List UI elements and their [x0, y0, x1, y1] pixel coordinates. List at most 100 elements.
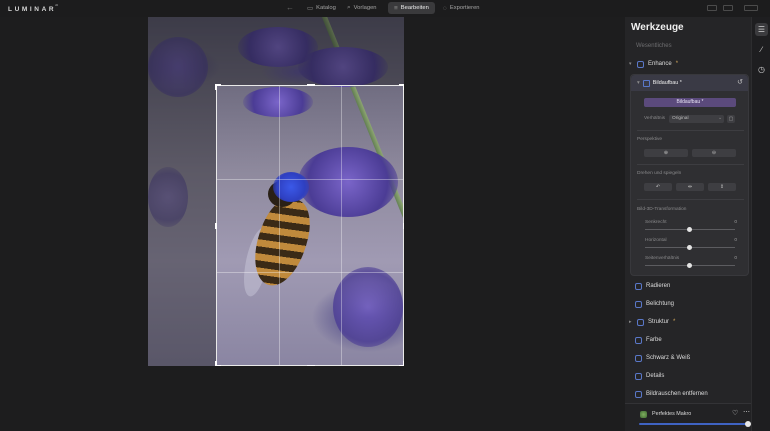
- tab-vorlagen-label: Vorlagen: [353, 5, 377, 11]
- perspective-label: Perspektive: [637, 137, 663, 142]
- slider-knob[interactable]: [687, 227, 692, 232]
- sliders-icon: ≡: [394, 4, 398, 12]
- chevron-down-icon: ▾: [637, 80, 640, 86]
- tab-katalog-label: Katalog: [316, 5, 336, 11]
- slider-knob[interactable]: [687, 245, 692, 250]
- details-icon: [635, 372, 642, 380]
- crop-tool-title: Bildaufbau *: [652, 80, 682, 86]
- crop-handle[interactable]: [307, 84, 315, 86]
- rotate-button[interactable]: ↶: [644, 183, 672, 191]
- crop-handle[interactable]: [403, 223, 404, 229]
- aspect-slider[interactable]: [645, 263, 735, 268]
- search-icon: ⌕: [347, 4, 351, 11]
- modified-marker: *: [673, 319, 676, 325]
- color-icon: [635, 336, 642, 344]
- brush-icon[interactable]: ∕: [755, 43, 768, 56]
- tool-label: Struktur: [648, 319, 670, 325]
- image-canvas[interactable]: [0, 17, 625, 431]
- structure-icon: [637, 318, 644, 326]
- tool-schwarz-weiss[interactable]: Schwarz & Weiß: [635, 352, 753, 364]
- preset-name: Perfektes Makro: [652, 411, 692, 417]
- horizontal-slider[interactable]: [645, 245, 735, 250]
- tab-exportieren[interactable]: ◌ Exportieren: [437, 2, 486, 14]
- crop-mask: [148, 85, 216, 366]
- export-icon: ◌: [443, 4, 447, 12]
- back-icon[interactable]: ←: [286, 3, 294, 12]
- chevron-down-icon: ▾: [629, 61, 632, 67]
- tool-rail: ☰ ∕ ◷: [751, 17, 770, 431]
- enhance-icon: [637, 60, 644, 68]
- crop-handle[interactable]: [399, 361, 404, 366]
- divider: [637, 164, 744, 165]
- tab-katalog[interactable]: ▭ Katalog: [301, 2, 342, 14]
- top-bar: LUMINARAI ← ▭ Katalog ⌕ Vorlagen ≡ Bearb…: [0, 0, 770, 17]
- crop-grid-line: [217, 272, 403, 273]
- crop-grid-line: [279, 86, 280, 365]
- vertical-slider[interactable]: [645, 227, 735, 232]
- crop-tool-header[interactable]: ▾ Bildaufbau * ↺: [631, 75, 748, 91]
- crop-grid-line: [341, 86, 342, 365]
- tool-denoise[interactable]: Bildrauschen entfernen: [635, 388, 753, 400]
- tool-enhance[interactable]: ▾ Enhance *: [629, 58, 747, 70]
- tool-details[interactable]: Details: [635, 370, 753, 382]
- window-icon[interactable]: [707, 5, 717, 11]
- app-logo: LUMINARAI: [8, 3, 59, 14]
- divider: [637, 130, 744, 131]
- slider-value: 0: [734, 256, 737, 261]
- crop-handle[interactable]: [215, 84, 221, 90]
- reset-icon[interactable]: ↺: [737, 78, 743, 86]
- history-icon[interactable]: ◷: [755, 63, 768, 76]
- preset-amount-slider[interactable]: [639, 423, 748, 425]
- tool-farbe[interactable]: Farbe: [635, 334, 753, 346]
- window-icon[interactable]: [744, 5, 758, 11]
- slider-label: Senkrecht: [645, 220, 667, 225]
- crop-icon: [642, 79, 650, 87]
- crop-frame[interactable]: [215, 84, 404, 366]
- chevron-right-icon: ▸: [629, 319, 632, 325]
- slider-label: Seitenverhältnis: [645, 256, 680, 261]
- tool-label: Radieren: [646, 283, 671, 289]
- heart-icon[interactable]: ♡: [732, 409, 738, 417]
- folder-icon: ▭: [307, 5, 314, 12]
- tab-vorlagen[interactable]: ⌕ Vorlagen: [341, 2, 383, 14]
- preset-bar: Perfektes Makro ♡ ⋯: [625, 403, 751, 431]
- photo: [148, 17, 404, 366]
- denoise-icon: [635, 390, 642, 398]
- crop-handle[interactable]: [215, 223, 217, 229]
- crop-mask: [148, 17, 404, 85]
- tool-label: Enhance: [648, 61, 672, 67]
- divider: [637, 199, 744, 200]
- sliders-icon[interactable]: ☰: [755, 23, 768, 36]
- bw-icon: [635, 354, 642, 362]
- tool-label: Bildrauschen entfernen: [646, 391, 708, 397]
- tool-label: Schwarz & Weiß: [646, 355, 691, 361]
- ratio-select[interactable]: Original ⌄: [669, 115, 724, 123]
- rotate-label: Drehen und spiegeln: [637, 171, 682, 176]
- slider-label: Horizontal: [645, 238, 667, 243]
- more-icon[interactable]: ⋯: [743, 408, 750, 416]
- crop-tool-card: ▾ Bildaufbau * ↺ Bildaufbau * Verhältnis…: [630, 74, 749, 276]
- crop-handle[interactable]: [307, 365, 315, 366]
- crop-button[interactable]: Bildaufbau *: [644, 98, 736, 107]
- panel-title: Werkzeuge: [631, 22, 684, 33]
- tool-label: Details: [646, 373, 665, 379]
- crop-handle[interactable]: [399, 84, 404, 90]
- tool-struktur[interactable]: ▸ Struktur *: [629, 316, 747, 328]
- slider-value: 0: [734, 220, 737, 225]
- tool-belichtung[interactable]: Belichtung: [635, 298, 753, 310]
- window-icon[interactable]: [723, 5, 733, 11]
- tool-radieren[interactable]: Radieren: [635, 280, 753, 292]
- crop-handle[interactable]: [215, 361, 221, 366]
- preset-thumbnail[interactable]: [640, 411, 647, 418]
- perspective-vertical-button[interactable]: ⊕: [644, 149, 688, 157]
- tools-panel: Werkzeuge Wesentliches ▾ Enhance * ▾ Bil…: [625, 17, 751, 431]
- tab-bearbeiten-label: Bearbeiten: [400, 5, 429, 11]
- lock-ratio-icon[interactable]: ▢: [727, 115, 735, 123]
- perspective-horizontal-button[interactable]: ⊖: [692, 149, 736, 157]
- exposure-icon: [635, 300, 642, 308]
- slider-knob[interactable]: [687, 263, 692, 268]
- flip-vertical-button[interactable]: ⇕: [708, 183, 736, 191]
- flip-horizontal-button[interactable]: ⇹: [676, 183, 704, 191]
- crop-grid-line: [217, 179, 403, 180]
- tab-bearbeiten[interactable]: ≡ Bearbeiten: [388, 2, 435, 14]
